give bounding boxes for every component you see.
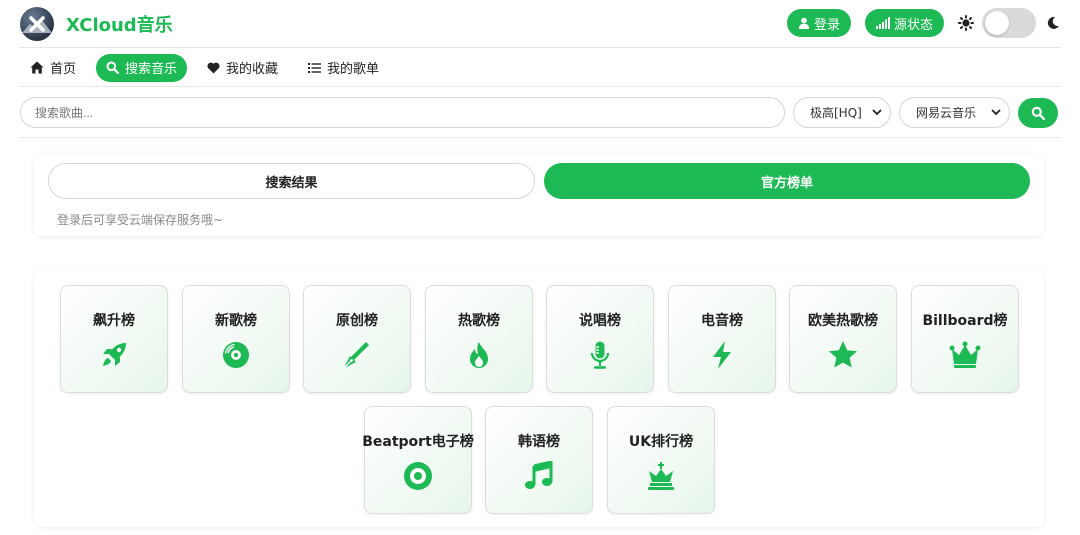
chart-tile-korean[interactable]: 韩语榜	[485, 406, 593, 514]
microphone-icon	[590, 341, 610, 369]
chart-name: 热歌榜	[458, 313, 500, 329]
list-icon	[308, 62, 322, 73]
chart-tile-original[interactable]: 原创榜	[303, 285, 411, 393]
chart-tile-new-songs[interactable]: 新歌榜	[182, 285, 290, 393]
main-nav: 首页 搜索音乐 我的收藏 我的歌单	[20, 49, 1060, 87]
user-icon	[798, 17, 810, 29]
chart-name: 新歌榜	[215, 313, 257, 329]
logo-x-icon	[22, 15, 52, 33]
chart-name: UK排行榜	[628, 434, 694, 450]
heart-icon	[207, 62, 220, 73]
bolt-icon	[713, 341, 731, 369]
fire-icon	[470, 342, 488, 368]
moon-icon	[1047, 16, 1059, 29]
nav-item-favorites[interactable]: 我的收藏	[197, 54, 288, 82]
chart-name: Billboard榜	[922, 313, 1008, 329]
nav-item-home[interactable]: 首页	[20, 54, 86, 82]
search-bar: 极高[HQ] 网易云音乐	[20, 88, 1060, 138]
music-note-icon	[525, 461, 553, 489]
search-icon	[106, 61, 120, 74]
star-icon	[829, 341, 857, 368]
chart-tile-beatport[interactable]: Beatport电子榜	[362, 406, 474, 514]
chart-tile-electronic[interactable]: 电音榜	[668, 285, 776, 393]
login-label: 登录	[813, 17, 840, 33]
chevron-down-icon	[872, 109, 882, 116]
chart-name: 欧美热歌榜	[808, 313, 878, 329]
chart-tile-western-hits[interactable]: 欧美热歌榜	[789, 285, 897, 393]
app-header: XCloud音乐 登录 源状态	[20, 0, 1060, 48]
chart-tile-soaring[interactable]: 飙升榜	[60, 285, 168, 393]
official-charts-card: 飙升榜 新歌榜 原创榜 热歌榜 说唱榜 电音榜 欧美热歌榜 Billboard榜…	[34, 270, 1044, 527]
chess-king-icon	[648, 462, 674, 490]
search-button[interactable]	[1018, 97, 1058, 128]
quality-select-value: 极高[HQ]	[810, 106, 862, 120]
signal-icon	[875, 17, 890, 29]
toggle-knob	[985, 11, 1009, 35]
nav-label: 搜索音乐	[125, 62, 178, 77]
nav-item-playlists[interactable]: 我的歌单	[298, 54, 389, 82]
theme-toggle[interactable]	[982, 8, 1036, 38]
source-select[interactable]: 网易云音乐	[899, 97, 1010, 128]
app-title: XCloud音乐	[66, 14, 173, 36]
chart-name: 说唱榜	[579, 313, 621, 329]
chevron-down-icon	[991, 109, 1001, 116]
sun-icon	[958, 15, 974, 31]
chart-tile-uk[interactable]: UK排行榜	[607, 406, 715, 514]
app-logo[interactable]	[20, 6, 54, 41]
chart-name: Beatport电子榜	[362, 434, 474, 450]
chart-name: 韩语榜	[518, 434, 560, 450]
header-actions: 登录 源状态	[786, 8, 1060, 38]
tab-search-results[interactable]: 搜索结果	[48, 163, 535, 199]
disc-icon	[223, 342, 249, 368]
crown-icon	[949, 341, 981, 368]
record-icon	[404, 462, 432, 490]
chart-name: 电音榜	[701, 313, 743, 329]
rocket-icon	[103, 343, 126, 366]
pen-icon	[345, 342, 369, 367]
chart-tile-hot-songs[interactable]: 热歌榜	[425, 285, 533, 393]
source-select-value: 网易云音乐	[916, 106, 977, 120]
nav-label: 我的歌单	[327, 62, 380, 77]
home-icon	[30, 61, 44, 74]
quality-select[interactable]: 极高[HQ]	[793, 97, 891, 128]
source-status-label: 源状态	[893, 17, 933, 33]
chart-tile-rap[interactable]: 说唱榜	[546, 285, 654, 393]
nav-item-search-music[interactable]: 搜索音乐	[96, 53, 188, 82]
source-status-button[interactable]: 源状态	[864, 9, 944, 37]
login-tip: 登录后可享受云端保存服务哦~	[57, 213, 224, 227]
chart-name: 飙升榜	[93, 313, 135, 329]
results-tabs-card: 搜索结果 官方榜单 登录后可享受云端保存服务哦~	[34, 153, 1044, 236]
search-input[interactable]	[20, 97, 785, 128]
search-icon	[1031, 106, 1045, 120]
login-button[interactable]: 登录	[786, 9, 851, 37]
tab-official-charts[interactable]: 官方榜单	[544, 163, 1030, 199]
chart-name: 原创榜	[336, 313, 378, 329]
nav-label: 我的收藏	[226, 62, 279, 77]
chart-tile-billboard[interactable]: Billboard榜	[911, 285, 1019, 393]
nav-label: 首页	[50, 62, 77, 77]
